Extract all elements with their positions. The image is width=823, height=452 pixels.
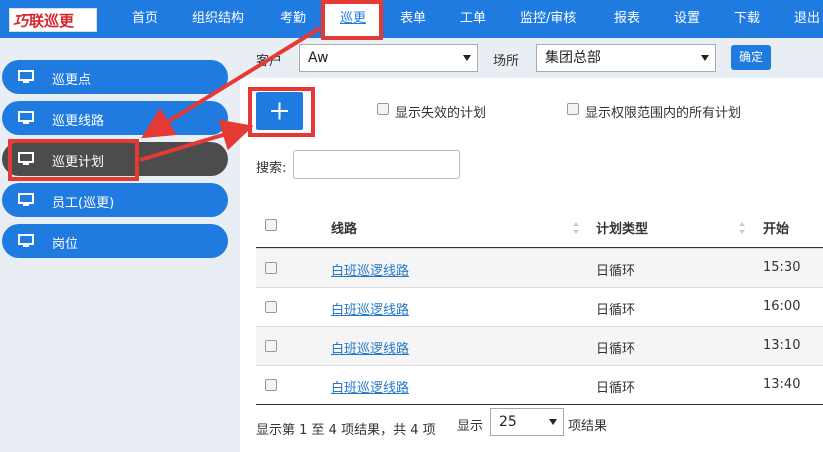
monitor-icon — [18, 234, 34, 247]
page-size-label: 显示 — [457, 419, 484, 434]
nav-download[interactable]: 下载 — [734, 0, 760, 38]
column-header-plan-type[interactable]: 计划类型 — [596, 218, 648, 237]
plus-icon — [271, 102, 288, 120]
customer-select-value: Aw — [308, 50, 329, 66]
chevron-down-icon — [701, 55, 709, 61]
column-header-route[interactable]: 线路 — [331, 218, 357, 237]
sidebar-item-staff-patrol[interactable]: 员工(巡更) — [2, 183, 228, 217]
page-size-value: 25 — [499, 414, 517, 430]
select-all-checkbox[interactable] — [265, 219, 277, 231]
sidebar-item-label: 巡更线路 — [52, 114, 105, 129]
row-checkbox[interactable] — [265, 340, 277, 352]
nav-home[interactable]: 首页 — [132, 0, 158, 38]
site-label: 场所 — [493, 54, 520, 69]
column-header-start[interactable]: 开始 — [763, 218, 789, 237]
route-link[interactable]: 白班巡逻线路 — [331, 338, 409, 357]
table-row: 白班巡逻线路 日循环 13:40 — [256, 365, 823, 404]
show-expired-label: 显示失效的计划 — [395, 106, 487, 121]
route-link[interactable]: 白班巡逻线路 — [331, 299, 409, 318]
sidebar-item-posts[interactable]: 岗位 — [2, 224, 228, 258]
sidebar-item-patrol-points[interactable]: 巡更点 — [2, 60, 228, 94]
monitor-icon — [18, 193, 34, 206]
search-label: 搜索: — [256, 161, 287, 176]
page-size-select[interactable]: 25 — [490, 408, 564, 436]
plan-type-cell: 日循环 — [596, 342, 636, 357]
start-time-cell: 15:30 — [763, 260, 801, 275]
table-footer-divider — [256, 404, 823, 405]
show-all-checkbox[interactable] — [567, 103, 579, 115]
plan-type-cell: 日循环 — [596, 264, 636, 279]
app-logo[interactable]: 巧 联巡更 — [9, 8, 97, 32]
top-navbar: 巧 联巡更 首页 组织结构 考勤 巡更 表单 工单 监控/审核 报表 设置 下载… — [0, 0, 823, 38]
plan-type-cell: 日循环 — [596, 303, 636, 318]
row-checkbox[interactable] — [265, 301, 277, 313]
nav-attendance[interactable]: 考勤 — [280, 0, 306, 38]
start-time-cell: 16:00 — [763, 299, 801, 314]
nav-reports[interactable]: 报表 — [614, 0, 640, 38]
confirm-button[interactable]: 确定 — [731, 45, 771, 70]
nav-patrol[interactable]: 巡更 — [325, 0, 381, 38]
start-time-cell: 13:10 — [763, 338, 801, 353]
row-checkbox[interactable] — [265, 379, 277, 391]
sidebar-item-patrol-plans[interactable]: 巡更计划 — [2, 142, 228, 176]
sort-icon[interactable] — [572, 221, 580, 235]
nav-org-structure[interactable]: 组织结构 — [192, 0, 244, 38]
table-row: 白班巡逻线路 日循环 16:00 — [256, 287, 823, 326]
customer-label: 客户 — [256, 54, 283, 69]
monitor-icon — [18, 111, 34, 124]
nav-settings[interactable]: 设置 — [674, 0, 700, 38]
nav-logout[interactable]: 退出 — [794, 0, 820, 38]
sort-icon[interactable] — [738, 221, 746, 235]
route-link[interactable]: 白班巡逻线路 — [331, 260, 409, 279]
plan-type-cell: 日循环 — [596, 381, 636, 396]
sidebar-item-patrol-routes[interactable]: 巡更线路 — [2, 101, 228, 135]
search-input[interactable] — [293, 150, 460, 179]
monitor-icon — [18, 70, 34, 83]
monitor-icon — [18, 152, 34, 165]
chevron-down-icon — [549, 419, 557, 425]
show-expired-checkbox[interactable] — [377, 103, 389, 115]
sidebar-item-label: 巡更点 — [52, 73, 92, 88]
site-select-value: 集团总部 — [545, 50, 601, 66]
nav-monitor-review[interactable]: 监控/审核 — [520, 0, 576, 38]
page-size-suffix: 项结果 — [568, 419, 608, 434]
add-plan-button[interactable] — [256, 92, 303, 130]
sidebar-item-label: 员工(巡更) — [52, 196, 115, 211]
chevron-down-icon — [463, 55, 471, 61]
table-row: 白班巡逻线路 日循环 13:10 — [256, 326, 823, 365]
nav-forms[interactable]: 表单 — [400, 0, 426, 38]
show-all-label: 显示权限范围内的所有计划 — [585, 106, 742, 121]
results-summary: 显示第 1 至 4 项结果，共 4 项 — [256, 423, 436, 438]
site-select[interactable]: 集团总部 — [536, 44, 716, 72]
customer-select[interactable]: Aw — [299, 44, 478, 72]
nav-workorders[interactable]: 工单 — [460, 0, 486, 38]
sidebar-item-label: 岗位 — [52, 237, 79, 252]
logo-text: 联巡更 — [29, 11, 75, 30]
row-checkbox[interactable] — [265, 262, 277, 274]
logo-mark: 巧 — [13, 11, 29, 30]
start-time-cell: 13:40 — [763, 377, 801, 392]
sidebar-item-label: 巡更计划 — [52, 155, 105, 170]
table-row: 白班巡逻线路 日循环 15:30 — [256, 248, 823, 287]
route-link[interactable]: 白班巡逻线路 — [331, 377, 409, 396]
